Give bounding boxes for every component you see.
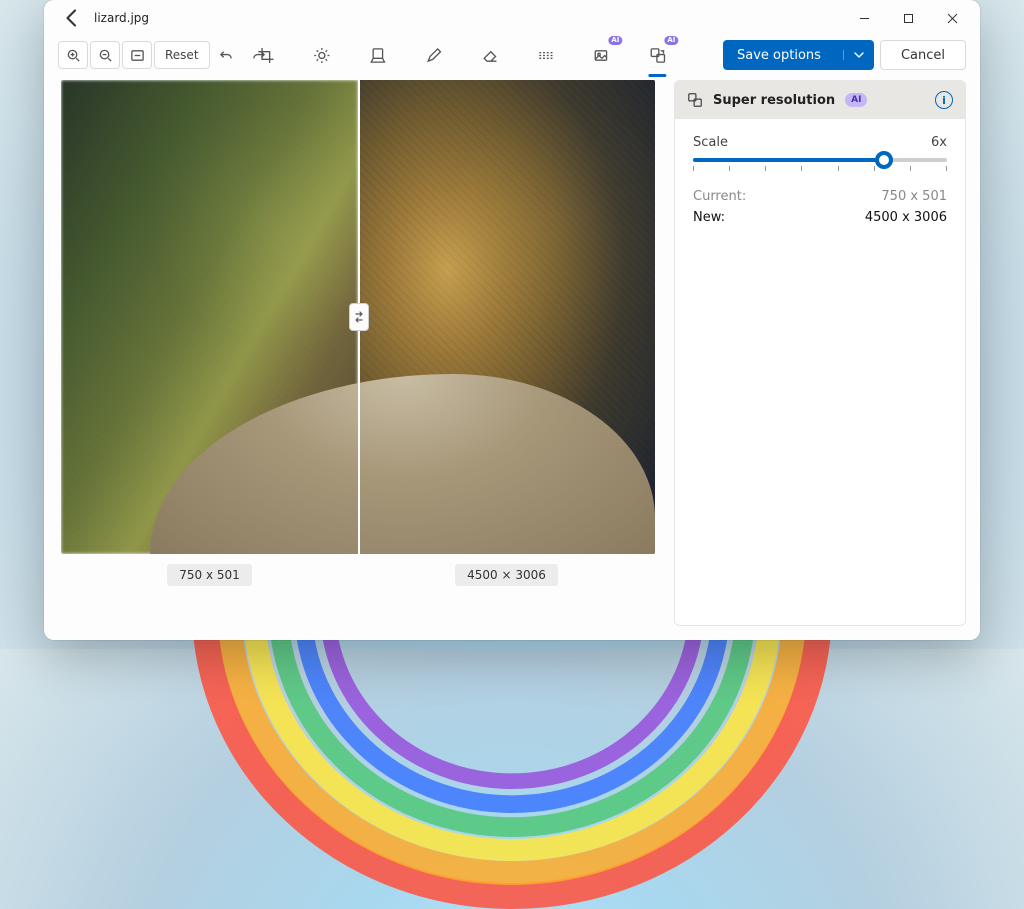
image-comparison-canvas[interactable] (61, 80, 655, 554)
save-label: Save options (737, 48, 821, 63)
background-remove-icon (593, 47, 610, 64)
super-resolution-icon (687, 92, 703, 108)
super-resolution-icon (649, 47, 666, 64)
undo-button[interactable] (212, 41, 242, 69)
slider-ticks (693, 166, 947, 171)
scale-value: 6x (931, 135, 947, 150)
scale-label: Scale (693, 135, 728, 150)
zoom-out-button[interactable] (90, 41, 120, 69)
markup-tool[interactable] (418, 40, 448, 70)
crop-icon (257, 47, 274, 64)
compare-divider[interactable] (358, 80, 360, 554)
new-value: 4500 x 3006 (865, 210, 947, 225)
zoom-in-icon (66, 48, 81, 63)
blur-icon (537, 47, 554, 64)
eraser-icon (481, 47, 498, 64)
window-maximize-button[interactable] (886, 3, 930, 33)
back-button[interactable] (60, 6, 84, 30)
minimize-icon (859, 13, 870, 24)
arrow-left-icon (60, 6, 84, 30)
cancel-button[interactable]: Cancel (880, 40, 966, 70)
new-dimensions-chip: 4500 × 3006 (455, 564, 558, 586)
adjust-tool[interactable] (306, 40, 336, 70)
save-options-button[interactable]: Save options (723, 40, 874, 70)
slider-thumb[interactable] (875, 151, 893, 169)
file-name: lizard.jpg (94, 11, 149, 25)
info-button[interactable]: i (935, 91, 953, 109)
undo-icon (219, 48, 234, 63)
current-label: Current: (693, 189, 746, 204)
fit-icon (130, 48, 145, 63)
swap-icon (353, 311, 365, 323)
toolbar: Reset (44, 36, 980, 74)
pencil-icon (425, 47, 442, 64)
zoom-out-icon (98, 48, 113, 63)
erase-tool[interactable] (474, 40, 504, 70)
background-remove-tool[interactable]: AI (586, 40, 616, 70)
window-minimize-button[interactable] (842, 3, 886, 33)
super-resolution-tool[interactable]: AI (642, 40, 672, 70)
brightness-icon (313, 47, 330, 64)
content-area: 750 x 501 4500 × 3006 Super resolution A… (44, 74, 980, 640)
new-label: New: (693, 210, 725, 225)
edit-tools: AI AI (250, 40, 672, 70)
scale-slider[interactable] (693, 158, 947, 162)
filter-tool[interactable] (362, 40, 392, 70)
current-value: 750 x 501 (881, 189, 947, 204)
reset-button[interactable]: Reset (154, 41, 210, 69)
panel-header: Super resolution AI i (675, 81, 965, 119)
original-dimensions-chip: 750 x 501 (167, 564, 252, 586)
dimension-labels: 750 x 501 4500 × 3006 (61, 564, 655, 586)
side-panel: Super resolution AI i Scale 6x Current: (674, 80, 966, 626)
app-window: lizard.jpg Reset (44, 0, 980, 640)
ai-badge: AI (608, 36, 622, 45)
ai-pill: AI (845, 93, 867, 107)
window-close-button[interactable] (930, 3, 974, 33)
canvas-area: 750 x 501 4500 × 3006 (58, 80, 658, 626)
close-icon (947, 13, 958, 24)
maximize-icon (903, 13, 914, 24)
ai-badge: AI (664, 36, 678, 45)
panel-title: Super resolution (713, 93, 835, 108)
zoom-in-button[interactable] (58, 41, 88, 69)
titlebar: lizard.jpg (44, 0, 980, 36)
compare-handle[interactable] (349, 303, 369, 331)
chevron-down-icon (843, 50, 864, 60)
slider-fill (693, 158, 884, 162)
crop-tool[interactable] (250, 40, 280, 70)
fit-to-window-button[interactable] (122, 41, 152, 69)
filter-icon (369, 47, 386, 64)
blur-tool[interactable] (530, 40, 560, 70)
